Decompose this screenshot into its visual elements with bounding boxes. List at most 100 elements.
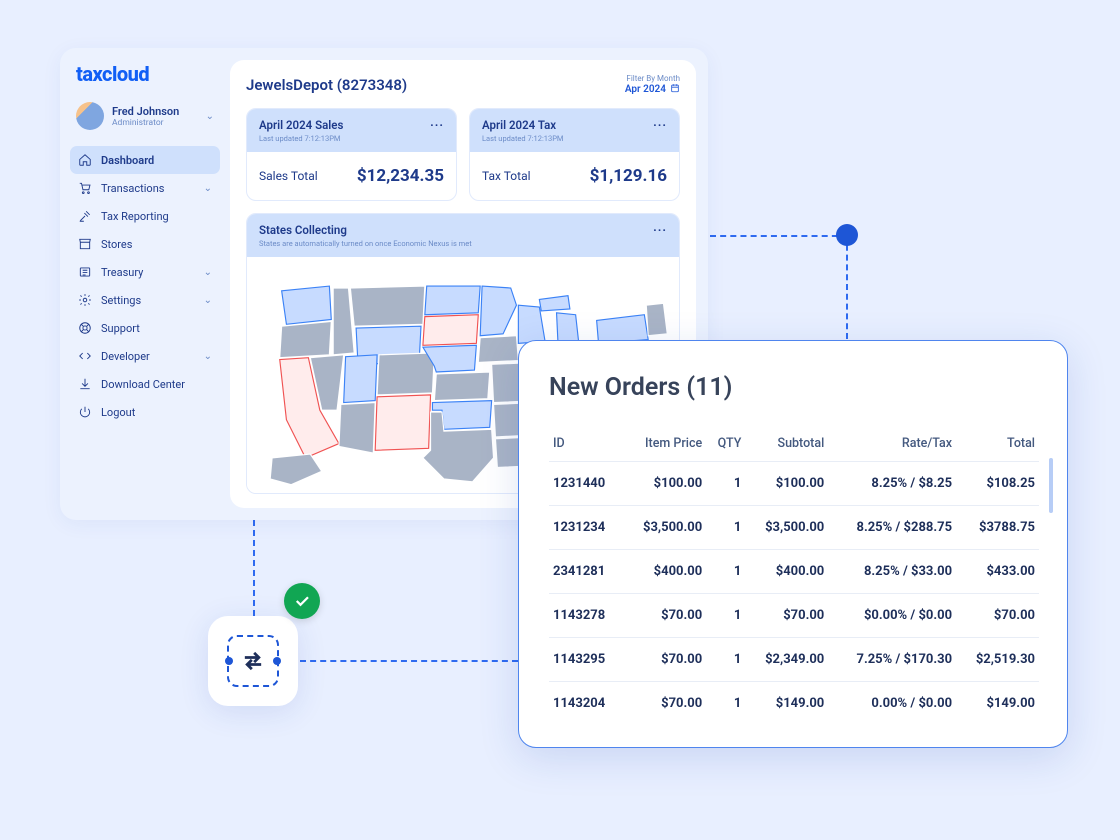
filter-label: Filter By Month [625, 74, 680, 83]
sidebar-item-label: Settings [101, 294, 141, 307]
cell-rate: 0.00% / $0.00 [828, 682, 956, 726]
cell-qty: 1 [706, 506, 745, 550]
tax-card-updated: Last updated 7:12:13PM [482, 134, 563, 143]
cell-id: 2341281 [549, 550, 623, 594]
sidebar-item-download-center[interactable]: Download Center [70, 370, 220, 398]
more-icon[interactable]: ··· [653, 118, 667, 132]
cell-id: 1231440 [549, 462, 623, 506]
gavel-icon [78, 209, 92, 223]
sales-total-value: $12,234.35 [357, 166, 444, 186]
sync-badge [208, 616, 298, 706]
sidebar-item-stores[interactable]: Stores [70, 230, 220, 258]
tax-card-title: April 2024 Tax [482, 118, 563, 132]
new-orders-panel: New Orders (11) ID Item Price QTY Subtot… [518, 340, 1068, 748]
col-price: Item Price [623, 428, 706, 462]
table-row[interactable]: 1143204$70.001$149.000.00% / $0.00$149.0… [549, 682, 1039, 726]
sidebar-item-label: Treasury [101, 266, 143, 279]
entity-title: JewelsDepot (8273348) [246, 76, 407, 94]
cell-id: 1231234 [549, 506, 623, 550]
tax-total-value: $1,129.16 [590, 166, 667, 186]
calendar-icon [670, 83, 680, 96]
cell-subtotal: $70.00 [745, 594, 828, 638]
cell-price: $70.00 [623, 594, 706, 638]
chevron-down-icon: ⌄ [204, 183, 212, 194]
month-filter[interactable]: Filter By Month Apr 2024 [625, 74, 680, 96]
sidebar-item-developer[interactable]: Developer ⌄ [70, 342, 220, 370]
orders-table: ID Item Price QTY Subtotal Rate/Tax Tota… [549, 428, 1039, 725]
more-icon[interactable]: ··· [653, 223, 667, 237]
sidebar-item-label: Stores [101, 238, 132, 251]
table-row[interactable]: 1143278$70.001$70.00$0.00% / $0.00$70.00 [549, 594, 1039, 638]
profile-menu[interactable]: Fred Johnson Administrator ⌄ [70, 96, 220, 136]
table-row[interactable]: 1231234$3,500.001$3,500.008.25% / $288.7… [549, 506, 1039, 550]
cell-qty: 1 [706, 550, 745, 594]
chevron-down-icon: ⌄ [204, 351, 212, 362]
sidebar-item-label: Logout [101, 406, 135, 419]
cell-subtotal: $400.00 [745, 550, 828, 594]
col-id: ID [549, 428, 623, 462]
sales-total-label: Sales Total [259, 169, 318, 183]
connector-line [253, 520, 255, 616]
cell-total: $108.25 [956, 462, 1039, 506]
sidebar-item-logout[interactable]: Logout [70, 398, 220, 426]
cell-qty: 1 [706, 594, 745, 638]
table-row[interactable]: 1143295$70.001$2,349.007.25% / $170.30$2… [549, 638, 1039, 682]
sidebar-item-label: Support [101, 322, 140, 335]
sidebar-item-dashboard[interactable]: Dashboard [70, 146, 220, 174]
download-icon [78, 377, 92, 391]
cell-total: $70.00 [956, 594, 1039, 638]
cell-id: 1143278 [549, 594, 623, 638]
cell-total: $2,519.30 [956, 638, 1039, 682]
cell-subtotal: $2,349.00 [745, 638, 828, 682]
table-row[interactable]: 2341281$400.001$400.008.25% / $33.00$433… [549, 550, 1039, 594]
sales-card-title: April 2024 Sales [259, 118, 343, 132]
profile-name: Fred Johnson [112, 105, 179, 118]
sidebar-item-label: Tax Reporting [101, 210, 169, 223]
chevron-down-icon: ⌄ [204, 295, 212, 306]
sidebar-item-support[interactable]: Support [70, 314, 220, 342]
cell-price: $70.00 [623, 682, 706, 726]
connector-line [846, 235, 848, 339]
connector-dot [836, 224, 858, 246]
more-icon[interactable]: ··· [430, 118, 444, 132]
connector-line [710, 235, 848, 237]
scrollbar[interactable] [1049, 458, 1053, 513]
map-card-title: States Collecting [259, 223, 472, 237]
cell-price: $100.00 [623, 462, 706, 506]
cell-subtotal: $100.00 [745, 462, 828, 506]
sales-card: April 2024 Sales Last updated 7:12:13PM … [246, 108, 457, 201]
sidebar-item-settings[interactable]: Settings ⌄ [70, 286, 220, 314]
cell-rate: 8.25% / $33.00 [828, 550, 956, 594]
power-icon [78, 405, 92, 419]
sidebar-item-label: Dashboard [101, 154, 154, 167]
sidebar-item-treasury[interactable]: Treasury ⌄ [70, 258, 220, 286]
sidebar-item-transactions[interactable]: Transactions ⌄ [70, 174, 220, 202]
cell-rate: 8.25% / $288.75 [828, 506, 956, 550]
cell-id: 1143204 [549, 682, 623, 726]
table-row[interactable]: 1231440$100.001$100.008.25% / $8.25$108.… [549, 462, 1039, 506]
cell-id: 1143295 [549, 638, 623, 682]
cell-subtotal: $149.00 [745, 682, 828, 726]
cell-price: $3,500.00 [623, 506, 706, 550]
avatar [76, 102, 104, 130]
col-subtotal: Subtotal [745, 428, 828, 462]
col-qty: QTY [706, 428, 745, 462]
success-check-icon [284, 583, 320, 619]
col-rate: Rate/Tax [828, 428, 956, 462]
sidebar: taxcloud Fred Johnson Administrator ⌄ Da… [60, 48, 230, 520]
treasury-icon [78, 265, 92, 279]
home-icon [78, 153, 92, 167]
sidebar-item-label: Transactions [101, 182, 164, 195]
cell-price: $70.00 [623, 638, 706, 682]
sidebar-item-label: Developer [101, 350, 150, 363]
cell-rate: $0.00% / $0.00 [828, 594, 956, 638]
gear-icon [78, 293, 92, 307]
cell-total: $433.00 [956, 550, 1039, 594]
cell-qty: 1 [706, 462, 745, 506]
chevron-down-icon: ⌄ [204, 267, 212, 278]
tax-total-label: Tax Total [482, 169, 531, 183]
sales-card-updated: Last updated 7:12:13PM [259, 134, 343, 143]
sync-icon [227, 635, 279, 687]
sidebar-item-tax-reporting[interactable]: Tax Reporting [70, 202, 220, 230]
tax-card: April 2024 Tax Last updated 7:12:13PM ··… [469, 108, 680, 201]
